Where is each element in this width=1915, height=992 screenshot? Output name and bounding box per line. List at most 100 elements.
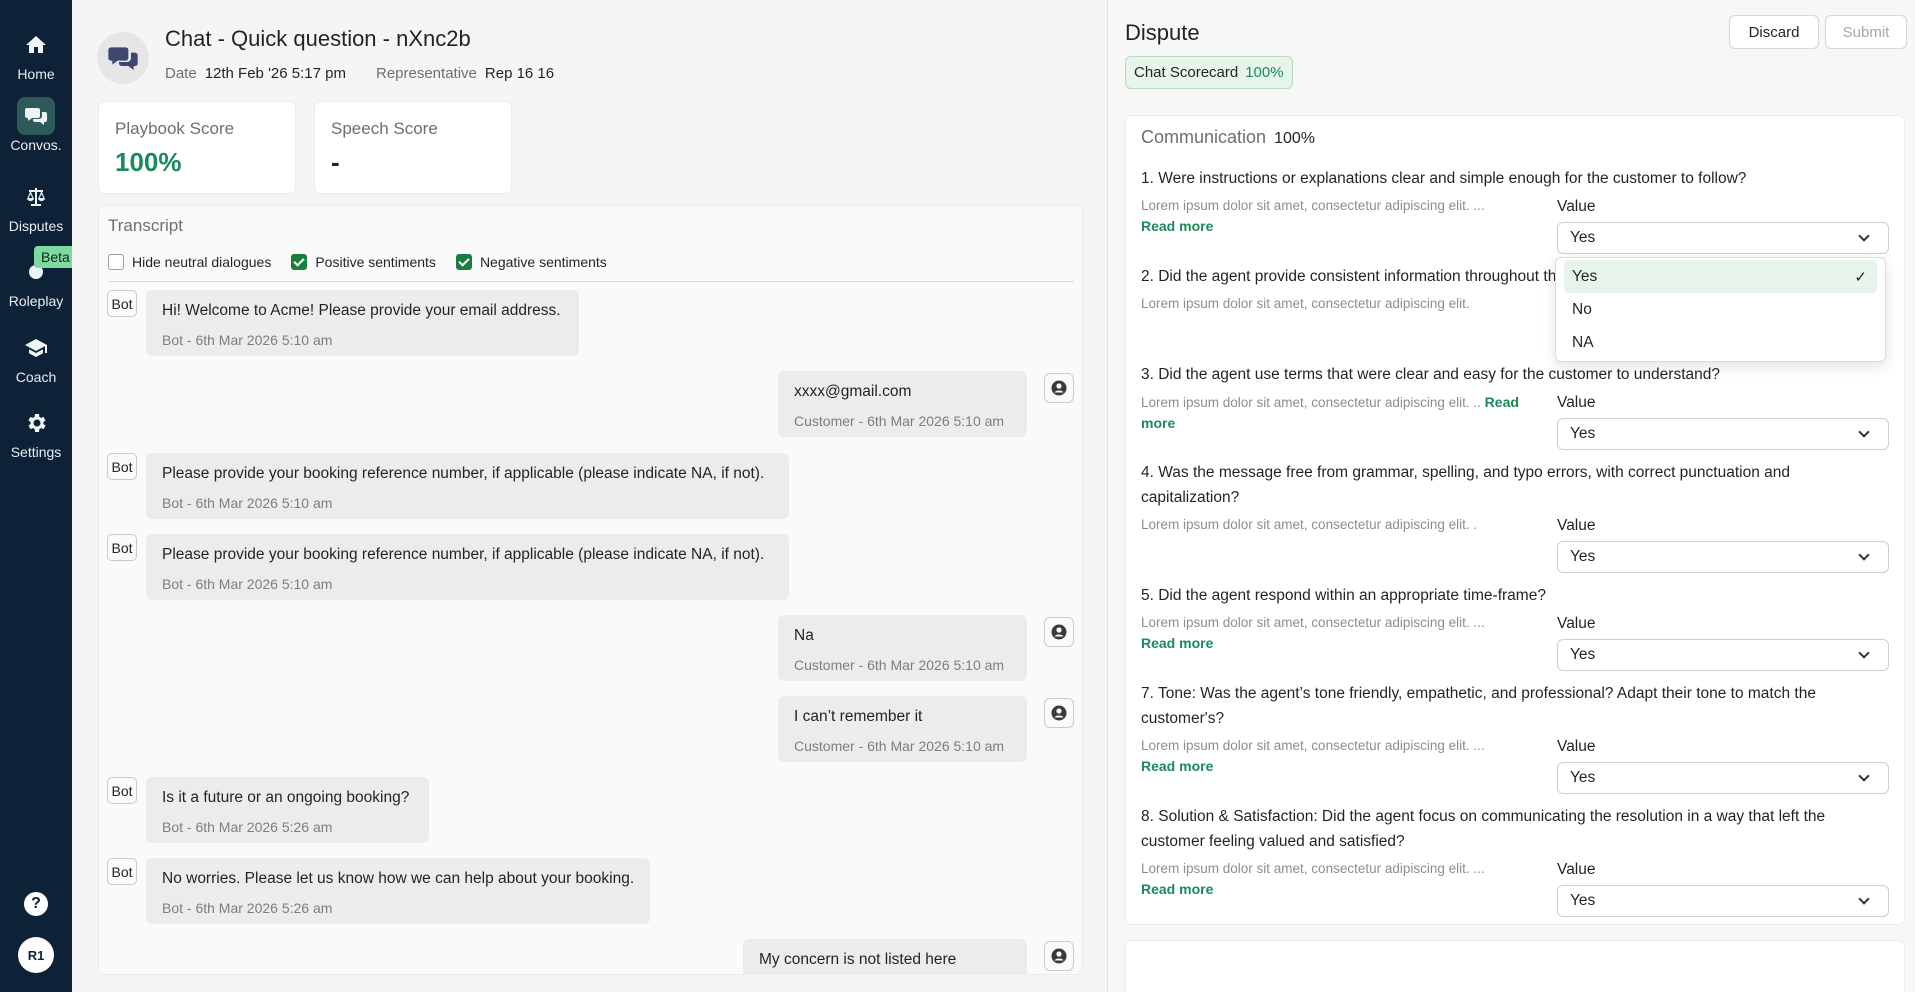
page-title: Chat - Quick question - nXnc2b <box>165 26 471 51</box>
nav-settings-label: Settings <box>10 444 62 460</box>
value-select[interactable]: Yes <box>1557 418 1889 450</box>
message-bubble: xxxx@gmail.com Customer - 6th Mar 2026 5… <box>778 371 1027 437</box>
gear-icon <box>17 404 55 442</box>
divider <box>108 281 1074 282</box>
playbook-score-card: Playbook Score 100% <box>98 101 296 194</box>
message-text: No worries. Please let us know how we ca… <box>162 870 635 887</box>
selected-value: Yes <box>1570 229 1596 246</box>
section-title-label: Communication <box>1141 127 1267 147</box>
transcript-title: Transcript <box>108 216 183 235</box>
dropdown-option-na[interactable]: NA <box>1564 326 1877 359</box>
positive-label: Positive sentiments <box>315 254 436 270</box>
message-meta: Customer - 6th Mar 2026 5:10 am <box>794 413 1005 429</box>
read-more-link[interactable]: Read more <box>1141 879 1541 899</box>
message-meta: Bot - 6th Mar 2026 5:26 am <box>162 819 333 835</box>
customer-avatar-icon <box>1044 617 1074 647</box>
read-more-link[interactable]: Read more <box>1141 633 1541 653</box>
bot-tag: Bot <box>107 777 137 804</box>
value-select[interactable]: Yes <box>1557 541 1889 573</box>
dispute-title: Dispute <box>1125 20 1200 45</box>
scorecard-pct: 100% <box>1245 64 1284 81</box>
nav-coach[interactable]: Coach <box>0 329 72 399</box>
home-icon <box>17 26 55 64</box>
submit-button[interactable]: Submit <box>1825 15 1907 49</box>
message-bubble: Na Customer - 6th Mar 2026 5:10 am <box>778 615 1027 681</box>
description-text: Lorem ipsum dolor sit amet, consectetur … <box>1141 198 1485 213</box>
message-meta: Bot - 6th Mar 2026 5:10 am <box>162 495 333 511</box>
message-meta: Bot - 6th Mar 2026 5:26 am <box>162 900 333 916</box>
transcript-filters: Hide neutral dialogues Positive sentimen… <box>108 254 607 270</box>
chevron-down-icon <box>1858 647 1870 659</box>
next-section-card <box>1125 940 1905 992</box>
dropdown-option-yes[interactable]: Yes ✓ <box>1564 260 1877 293</box>
nav-home[interactable]: Home <box>0 26 72 96</box>
value-select[interactable]: Yes <box>1557 885 1889 917</box>
question-text: 7. Tone: Was the agent’s tone friendly, … <box>1141 685 1816 727</box>
question-description: Lorem ipsum dolor sit amet, consectetur … <box>1141 613 1541 653</box>
message-text: Please provide your booking reference nu… <box>162 465 765 482</box>
transcript-panel: Transcript Hide neutral dialogues Positi… <box>98 205 1083 975</box>
read-more-link[interactable]: Read more <box>1141 216 1541 236</box>
date-value: 12th Feb '26 5:17 pm <box>204 65 346 82</box>
question-text: 3. Did the agent use terms that were cle… <box>1141 366 1720 383</box>
avatar[interactable]: R1 <box>18 937 54 973</box>
nav-disputes[interactable]: Disputes <box>0 178 72 248</box>
message-bubble: No worries. Please let us know how we ca… <box>146 858 650 924</box>
value-select[interactable]: Yes <box>1557 222 1889 254</box>
negative-checkbox[interactable] <box>455 254 472 270</box>
nav-roleplay-label: Roleplay <box>8 293 64 309</box>
selected-value: Yes <box>1570 646 1596 663</box>
negative-label: Negative sentiments <box>479 254 607 270</box>
message-bubble: Is it a future or an ongoing booking? Bo… <box>146 777 429 843</box>
value-label: Value <box>1557 517 1596 534</box>
message-bubble: Please provide your booking reference nu… <box>146 453 789 519</box>
nav-convos[interactable]: Convos. <box>0 97 72 167</box>
selected-value: Yes <box>1570 892 1596 909</box>
message-text: My concern is not listed here <box>759 951 957 968</box>
filter-hide-neutral[interactable]: Hide neutral dialogues <box>108 254 271 270</box>
chat-icon <box>97 32 149 84</box>
speech-score-label: Speech Score <box>331 119 438 138</box>
nav-convos-label: Convos. <box>10 137 62 153</box>
value-label: Value <box>1557 861 1596 878</box>
read-more-link[interactable]: Read more <box>1141 756 1541 776</box>
message-text: Na <box>794 627 814 644</box>
sidebar: Home Convos. Disputes Roleplay Coach Set… <box>0 0 77 992</box>
question-description: Lorem ipsum dolor sit amet, consectetur … <box>1141 859 1541 899</box>
value-select[interactable]: Yes <box>1557 762 1889 794</box>
value-select[interactable]: Yes <box>1557 639 1889 671</box>
question-text: 1. Were instructions or explanations cle… <box>1141 170 1747 187</box>
bot-tag: Bot <box>107 534 137 561</box>
hide-neutral-label: Hide neutral dialogues <box>132 254 272 270</box>
dropdown-option-no[interactable]: No <box>1564 293 1877 326</box>
hide-neutral-checkbox[interactable] <box>108 254 124 270</box>
option-label: NA <box>1572 333 1594 351</box>
chevron-down-icon <box>1858 549 1870 561</box>
chevron-down-icon <box>1858 893 1870 905</box>
message-meta: Bot - 6th Mar 2026 5:10 am <box>162 332 333 348</box>
playbook-score-value: 100% <box>115 147 182 177</box>
chevron-down-icon <box>1858 426 1870 438</box>
description-text: Lorem ipsum dolor sit amet, consectetur … <box>1141 738 1485 753</box>
scorecard-chip[interactable]: Chat Scorecard 100% <box>1125 56 1293 89</box>
bot-tag: Bot <box>107 858 137 885</box>
discard-button[interactable]: Discard <box>1729 15 1819 49</box>
help-icon[interactable]: ? <box>24 892 48 916</box>
chevron-down-icon <box>1858 770 1870 782</box>
filter-positive[interactable]: Positive sentiments <box>291 254 436 270</box>
message-text: xxxx@gmail.com <box>794 383 912 400</box>
message-bubble: My concern is not listed here <box>743 939 1027 974</box>
bot-tag: Bot <box>107 290 137 317</box>
option-label: No <box>1572 300 1592 318</box>
positive-checkbox[interactable] <box>291 254 308 270</box>
filter-negative[interactable]: Negative sentiments <box>455 254 607 270</box>
chevron-down-icon <box>1858 230 1870 242</box>
value-label: Value <box>1557 198 1596 215</box>
beta-badge: Beta <box>34 246 77 268</box>
rep-value: Rep 16 16 <box>484 65 555 82</box>
section-pct: 100% <box>1274 130 1315 147</box>
nav-settings[interactable]: Settings <box>0 404 72 474</box>
message-text: Please provide your booking reference nu… <box>162 546 765 563</box>
customer-avatar-icon <box>1044 698 1074 728</box>
value-label: Value <box>1557 615 1596 632</box>
